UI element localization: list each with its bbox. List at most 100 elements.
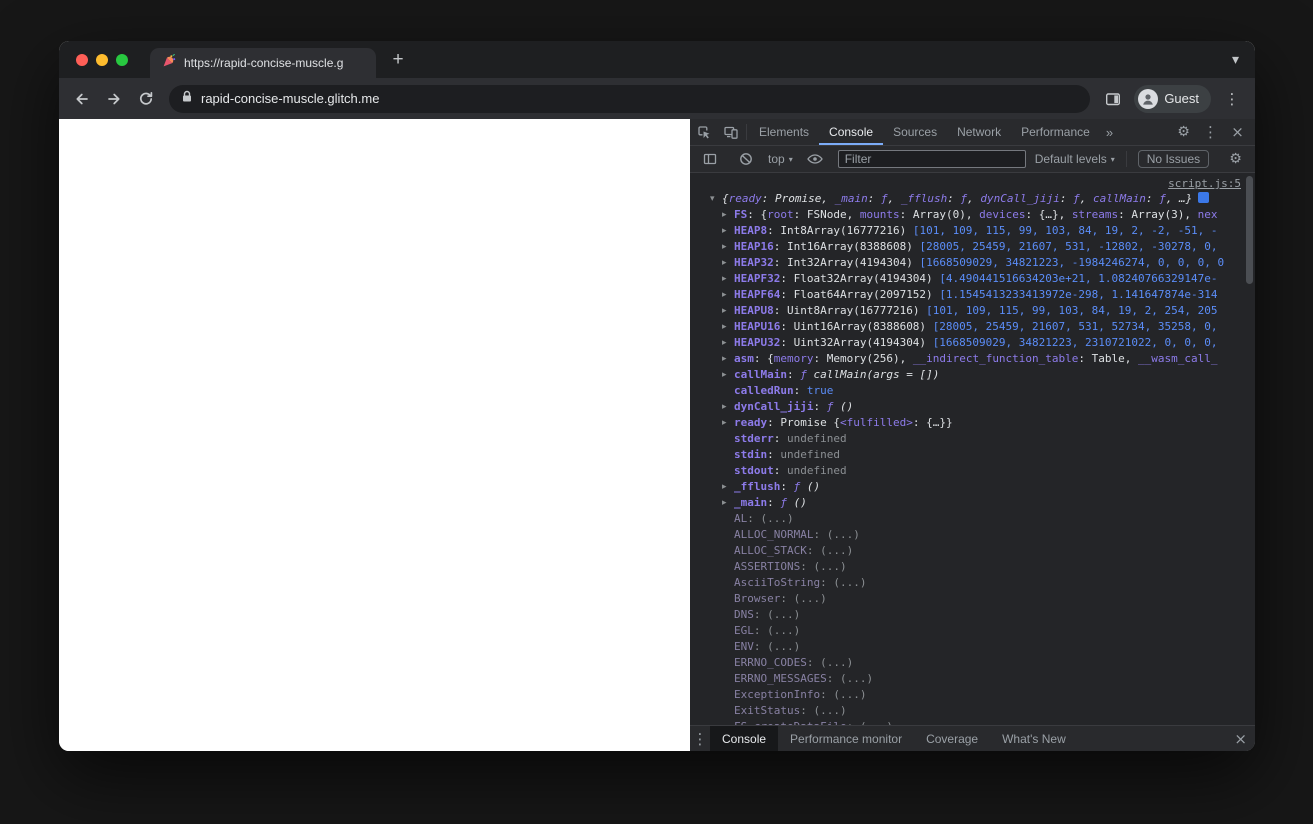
console-line[interactable]: ▸ dynCall_jiji: ƒ (): [690, 399, 1255, 415]
console-line[interactable]: ▸ _fflush: ƒ (): [690, 479, 1255, 495]
console-line[interactable]: ▸ HEAPU16: Uint16Array(8388608) [28005, 2…: [690, 319, 1255, 335]
caret-down-icon: ▾: [788, 154, 793, 164]
expand-arrow-icon[interactable]: ▸: [722, 303, 734, 319]
close-window-button[interactable]: [76, 53, 88, 66]
expand-arrow-icon[interactable]: ▸: [722, 495, 734, 511]
console-token: true: [806, 384, 834, 397]
console-line[interactable]: ▸ERRNO_CODES: (...): [690, 655, 1255, 671]
console-line[interactable]: ▸DNS: (...): [690, 607, 1255, 623]
profile-button[interactable]: Guest: [1134, 84, 1211, 113]
expand-arrow-icon[interactable]: ▸: [722, 415, 734, 431]
console-line[interactable]: ▸stdin: undefined: [690, 447, 1255, 463]
issues-button[interactable]: No Issues: [1137, 150, 1210, 168]
drawer-menu-icon[interactable]: ⋮: [690, 730, 710, 748]
tab-console[interactable]: Console: [819, 119, 884, 145]
console-token: : (...): [806, 656, 854, 669]
tab-network[interactable]: Network: [947, 119, 1011, 145]
console-line[interactable]: ▸ENV: (...): [690, 639, 1255, 655]
console-token: [101, 109, 115, 99, 103, 84, 19, 2, -2, …: [912, 224, 1218, 237]
expand-arrow-icon[interactable]: ▸: [722, 207, 734, 223]
console-line[interactable]: ▸stdout: undefined: [690, 463, 1255, 479]
devtools-panel: Elements Console Sources Network Perform…: [690, 119, 1255, 751]
filter-input[interactable]: [837, 150, 1026, 168]
expand-arrow-icon[interactable]: ▸: [722, 367, 734, 383]
expand-arrow-icon[interactable]: ▸: [722, 399, 734, 415]
expand-arrow-icon[interactable]: ▸: [722, 319, 734, 335]
expand-arrow-icon[interactable]: ▸: [722, 271, 734, 287]
drawer-tab-console[interactable]: Console: [710, 726, 779, 751]
context-selector[interactable]: top ▾: [768, 152, 793, 166]
console-line[interactable]: ▸ HEAP8: Int8Array(16777216) [101, 109, 1…: [690, 223, 1255, 239]
console-line[interactable]: ▸ HEAP32: Int32Array(4194304) [1668509029…: [690, 255, 1255, 271]
console-line[interactable]: ▸ExitStatus: (...): [690, 703, 1255, 719]
console-line[interactable]: ▸ HEAP16: Int16Array(8388608) [28005, 254…: [690, 239, 1255, 255]
expand-arrow-icon[interactable]: ▸: [722, 351, 734, 367]
console-line[interactable]: ▾ {ready: Promise, _main: ƒ, _fflush: ƒ, …: [690, 191, 1255, 207]
tab-elements[interactable]: Elements: [749, 119, 819, 145]
drawer-tab-coverage[interactable]: Coverage: [914, 726, 990, 751]
live-expression-eye-icon[interactable]: [802, 146, 829, 172]
new-tab-button[interactable]: +: [384, 46, 412, 74]
console-line[interactable]: ▸ALLOC_STACK: (...): [690, 543, 1255, 559]
address-bar[interactable]: rapid-concise-muscle.glitch.me: [169, 84, 1091, 113]
console-output: script.js:5 ▾ {ready: Promise, _main: ƒ, …: [690, 173, 1255, 725]
device-toolbar-icon[interactable]: [717, 119, 744, 145]
close-drawer-icon[interactable]: ×: [1234, 730, 1247, 748]
console-settings-icon[interactable]: ⚙: [1222, 146, 1249, 172]
console-line[interactable]: ▸ _main: ƒ (): [690, 495, 1255, 511]
console-scrollbar[interactable]: [1246, 176, 1253, 284]
browser-tab[interactable]: https://rapid-concise-muscle.g: [150, 48, 376, 78]
console-line[interactable]: ▸ FS: {root: FSNode, mounts: Array(0), de…: [690, 207, 1255, 223]
console-line[interactable]: ▸calledRun: true: [690, 383, 1255, 399]
forward-button[interactable]: [99, 84, 129, 114]
console-line[interactable]: ▸ HEAPF32: Float32Array(4194304) [4.49044…: [690, 271, 1255, 287]
console-line[interactable]: ▸ HEAPF64: Float64Array(2097152) [1.15454…: [690, 287, 1255, 303]
devtools-settings-icon[interactable]: ⚙: [1170, 119, 1197, 145]
tab-sources[interactable]: Sources: [883, 119, 947, 145]
console-token: root: [767, 208, 794, 221]
expand-arrow-icon[interactable]: ▸: [722, 255, 734, 271]
console-line[interactable]: ▸ asm: {memory: Memory(256), __indirect_f…: [690, 351, 1255, 367]
inspect-element-icon[interactable]: [690, 119, 717, 145]
console-line[interactable]: ▸ ready: Promise {<fulfilled>: {…}}: [690, 415, 1255, 431]
devtools-tabbar: Elements Console Sources Network Perform…: [690, 119, 1255, 146]
console-token: :: [813, 400, 827, 413]
expand-arrow-icon[interactable]: ▸: [722, 239, 734, 255]
console-line[interactable]: ▸ALLOC_NORMAL: (...): [690, 527, 1255, 543]
expand-arrow-icon[interactable]: ▸: [722, 335, 734, 351]
console-line[interactable]: ▸AL: (...): [690, 511, 1255, 527]
console-line[interactable]: ▸ASSERTIONS: (...): [690, 559, 1255, 575]
console-line[interactable]: ▸FS_createDataFile: (...): [690, 719, 1255, 725]
reload-button[interactable]: [131, 84, 161, 114]
browser-menu-icon[interactable]: ⋮: [1217, 84, 1247, 114]
console-line[interactable]: ▸ExceptionInfo: (...): [690, 687, 1255, 703]
drawer-tab-performance-monitor[interactable]: Performance monitor: [778, 726, 914, 751]
console-sidebar-icon[interactable]: [696, 146, 723, 172]
console-line[interactable]: ▸ callMain: ƒ callMain(args = []): [690, 367, 1255, 383]
expand-arrow-icon[interactable]: ▾: [710, 191, 722, 207]
fullscreen-window-button[interactable]: [116, 53, 128, 66]
devtools-menu-icon[interactable]: ⋮: [1197, 119, 1224, 145]
console-line[interactable]: ▸ HEAPU32: Uint32Array(4194304) [16685090…: [690, 335, 1255, 351]
source-link[interactable]: script.js:5: [1168, 177, 1241, 190]
console-line[interactable]: ▸ HEAPU8: Uint8Array(16777216) [101, 109,…: [690, 303, 1255, 319]
log-levels-selector[interactable]: Default levels ▾: [1035, 152, 1115, 166]
tab-performance[interactable]: Performance: [1011, 119, 1100, 145]
tab-search-chevron-icon[interactable]: ▾: [1232, 52, 1239, 68]
console-line[interactable]: ▸EGL: (...): [690, 623, 1255, 639]
console-line[interactable]: ▸stderr: undefined: [690, 431, 1255, 447]
console-line[interactable]: ▸Browser: (...): [690, 591, 1255, 607]
console-line[interactable]: ▸AsciiToString: (...): [690, 575, 1255, 591]
minimize-window-button[interactable]: [96, 53, 108, 66]
more-tabs-icon[interactable]: »: [1100, 125, 1119, 140]
close-devtools-icon[interactable]: ×: [1224, 119, 1251, 145]
expand-arrow-icon[interactable]: ▸: [722, 479, 734, 495]
drawer-tab-whats-new[interactable]: What's New: [990, 726, 1078, 751]
profile-label: Guest: [1164, 91, 1199, 106]
back-button[interactable]: [67, 84, 97, 114]
expand-arrow-icon[interactable]: ▸: [722, 223, 734, 239]
side-panel-icon[interactable]: [1098, 84, 1128, 114]
console-line[interactable]: ▸ERRNO_MESSAGES: (...): [690, 671, 1255, 687]
expand-arrow-icon[interactable]: ▸: [722, 287, 734, 303]
clear-console-icon[interactable]: [732, 146, 759, 172]
